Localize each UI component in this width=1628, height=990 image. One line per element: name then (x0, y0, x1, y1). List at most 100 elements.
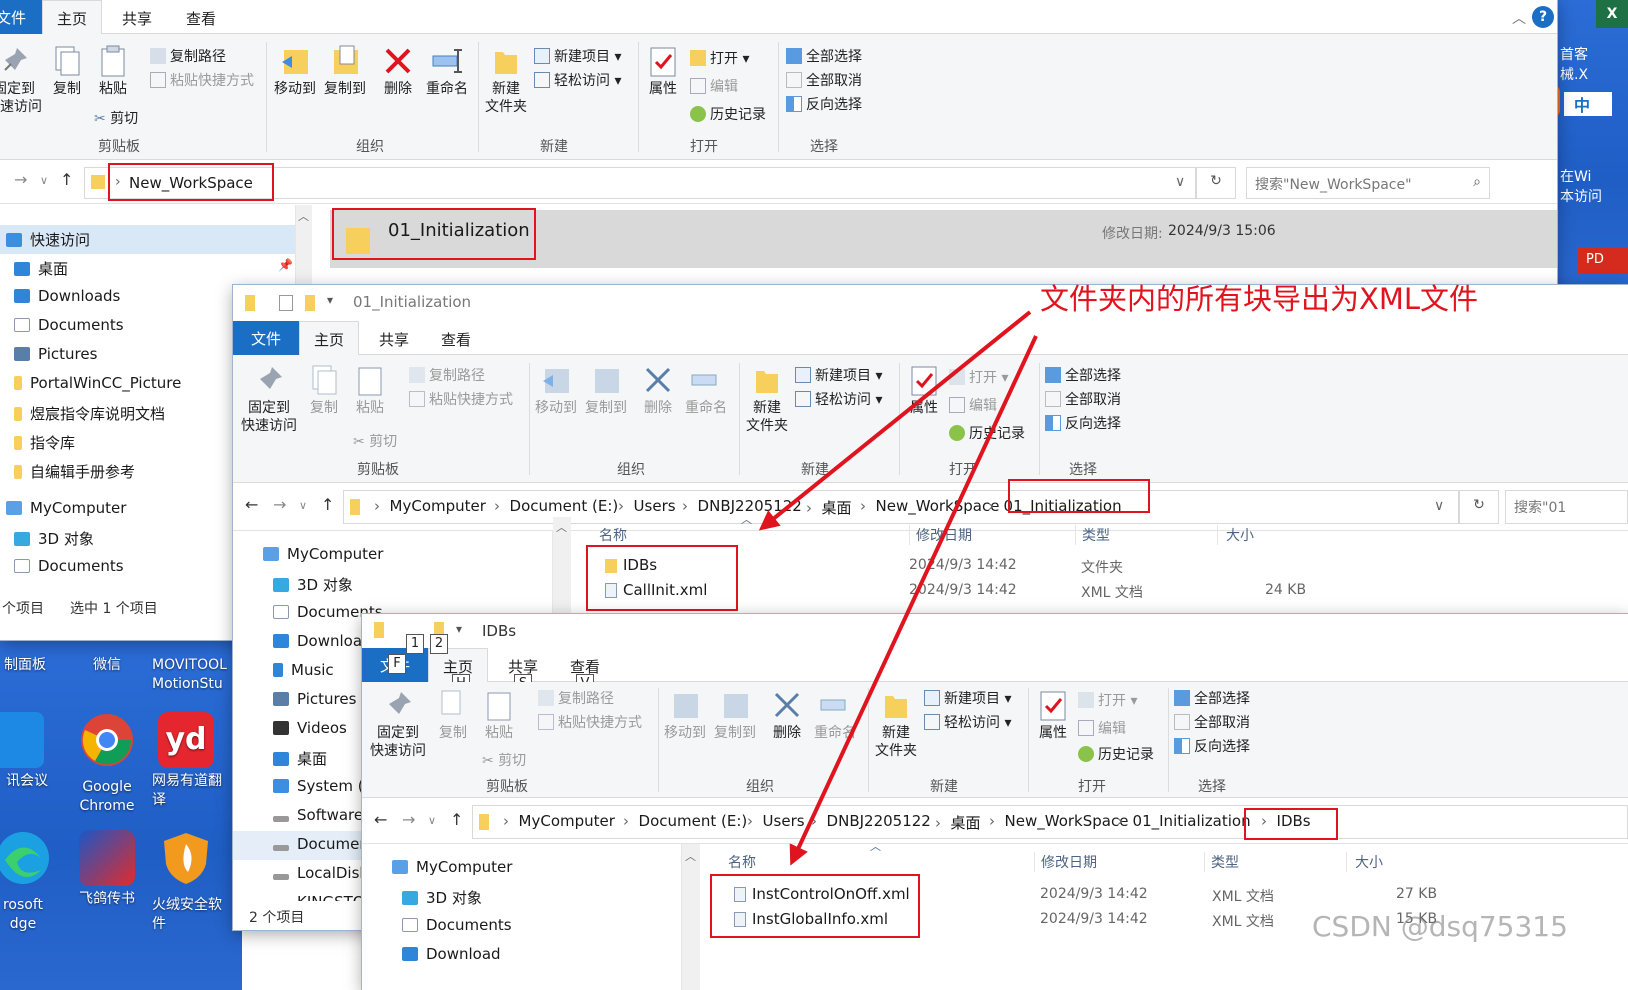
open-button[interactable]: 打开 ▾ (690, 48, 749, 68)
nav-scroll-up-icon[interactable]: ︿ (298, 208, 309, 224)
breadcrumb-mycomputer[interactable]: › MyComputer (503, 812, 615, 830)
rename-button[interactable]: 重命名 (681, 363, 731, 417)
breadcrumb-01-initialization[interactable]: › 01_Initialization (1117, 812, 1251, 830)
address-bar[interactable]: › MyComputer › Document (E:) › Users › D… (343, 490, 1459, 524)
move-to-button[interactable]: 移动到 (270, 44, 320, 98)
nav-item-documents[interactable]: Documents (362, 912, 681, 941)
column-header-type[interactable]: 类型 (1075, 525, 1110, 545)
qat-properties-icon[interactable] (279, 295, 293, 311)
invert-selection-button[interactable]: 反向选择 (1174, 736, 1250, 756)
nav-item-desktop[interactable]: 桌面 📌 (0, 254, 295, 283)
new-item-button[interactable]: 新建项目 ▾ (924, 688, 1011, 708)
nav-item-mycomputer[interactable]: MyComputer (233, 541, 552, 570)
tab-share[interactable]: 共享 (379, 329, 409, 350)
select-all-button[interactable]: 全部选择 (1045, 365, 1121, 385)
copy-path-button[interactable]: 复制路径 (150, 46, 226, 66)
pin-quick-access-button[interactable]: 固定到快速访问 (239, 363, 299, 435)
address-bar[interactable]: › MyComputer › Document (E:) › Users › D… (472, 805, 1628, 839)
move-to-button[interactable]: 移动到 (660, 688, 710, 742)
pdf-icon[interactable]: PD (1578, 248, 1628, 274)
column-header-name[interactable]: 名称 (599, 525, 627, 545)
select-all-button[interactable]: 全部选择 (1174, 688, 1250, 708)
history-button[interactable]: 历史记录 (690, 104, 766, 124)
nav-scrollbar[interactable] (682, 844, 700, 990)
breadcrumb-new-workspace[interactable]: › New_WorkSpace (989, 812, 1128, 830)
tab-view[interactable]: 查看 (441, 329, 471, 350)
paste-shortcut-button[interactable]: 粘贴快捷方式 (409, 389, 513, 409)
qat-folder-icon[interactable] (305, 295, 315, 311)
breadcrumb-desktop[interactable]: › 桌面 (806, 497, 852, 518)
recent-dropdown-icon[interactable]: ∨ (299, 499, 307, 512)
refresh-button[interactable]: ↻ (1196, 167, 1236, 199)
up-arrow-icon[interactable]: ↑ (321, 495, 334, 514)
select-none-button[interactable]: 全部取消 (1174, 712, 1250, 732)
easy-access-button[interactable]: 轻松访问 ▾ (795, 389, 882, 409)
breadcrumb-new-workspace[interactable]: › New_WorkSpace (860, 497, 999, 515)
copy-path-button[interactable]: 复制路径 (409, 365, 485, 385)
tab-file[interactable]: 文件 (233, 321, 299, 355)
column-header-size[interactable]: 大小 (1217, 525, 1254, 545)
paste-shortcut-button[interactable]: 粘贴快捷方式 (538, 712, 642, 732)
nav-item-downloads[interactable]: Download (362, 941, 681, 970)
breadcrumb-document-e[interactable]: › Document (E:) (623, 812, 747, 830)
desktop-icon-feige[interactable]: 飞鸽传书 (68, 830, 146, 909)
breadcrumb-users[interactable]: › Users (747, 812, 805, 830)
rename-button[interactable]: 重命名 (422, 44, 472, 98)
recent-dropdown-icon[interactable]: ∨ (428, 814, 436, 827)
nav-item-3d-objects[interactable]: 3D 对象 (362, 883, 681, 912)
new-item-button[interactable]: 新建项目 ▾ (534, 46, 621, 66)
file-row[interactable]: CallInit.xml 2024/9/3 14:42 XML 文档 24 KB (593, 580, 1593, 604)
copy-button[interactable]: 复制 (44, 44, 90, 98)
breadcrumb-desktop[interactable]: › 桌面 (935, 812, 981, 833)
cut-button[interactable]: ✂ 剪切 (353, 431, 397, 451)
help-icon[interactable]: ? (1532, 6, 1554, 28)
column-header-size[interactable]: 大小 (1346, 852, 1383, 872)
copy-to-button[interactable]: 复制到 (320, 44, 370, 98)
tab-home[interactable]: 主页 (299, 321, 360, 355)
desktop-icon-youdao[interactable]: yd 网易有道翻译 (152, 712, 230, 810)
tab-file[interactable]: 文件 (0, 0, 42, 34)
cut-button[interactable]: ✂ 剪切 (482, 750, 526, 770)
back-arrow-icon[interactable]: → (14, 170, 27, 189)
back-arrow-icon[interactable]: ← (245, 495, 258, 514)
breadcrumb-users[interactable]: › Users (618, 497, 676, 515)
up-arrow-icon[interactable]: ↑ (450, 810, 463, 829)
paste-button[interactable]: 粘贴 (347, 363, 393, 417)
edit-button[interactable]: 编辑 (690, 76, 738, 96)
easy-access-button[interactable]: 轻松访问 ▾ (924, 712, 1011, 732)
search-input[interactable]: 搜索"01 (1505, 490, 1628, 524)
delete-button[interactable]: 删除 (764, 688, 810, 742)
nav-item-3d-objects[interactable]: 3D 对象 (233, 570, 552, 599)
new-folder-button[interactable]: 新建 文件夹 (870, 688, 922, 760)
paste-button[interactable]: 粘贴 (90, 44, 136, 98)
properties-button[interactable]: 属性 (640, 44, 686, 98)
nav-scroll-up-icon[interactable]: ︿ (556, 519, 567, 535)
desktop-icon-edge[interactable]: rosoft dge (0, 830, 62, 934)
ime-chinese-indicator[interactable]: 中 (1564, 92, 1612, 116)
desktop-icon-huorong[interactable]: 火绒安全软件 (152, 830, 230, 934)
nav-item-mycomputer[interactable]: MyComputer (362, 854, 681, 883)
new-item-button[interactable]: 新建项目 ▾ (795, 365, 882, 385)
column-header-type[interactable]: 类型 (1204, 852, 1239, 872)
desktop-icon-wechat[interactable]: 微信 (68, 656, 146, 675)
pin-quick-access-button[interactable]: 固定到快速访问 (368, 688, 428, 760)
edit-button[interactable]: 编辑 (949, 395, 997, 415)
breadcrumb-mycomputer[interactable]: › MyComputer (374, 497, 486, 515)
address-dropdown-icon[interactable]: ∨ (1175, 174, 1185, 190)
tab-view[interactable]: 查看 (186, 8, 216, 29)
new-folder-button[interactable]: 新建 文件夹 (741, 363, 793, 435)
select-none-button[interactable]: 全部取消 (1045, 389, 1121, 409)
desktop-icon-movitool[interactable]: MOVITOOL MotionStu (152, 656, 230, 694)
invert-selection-button[interactable]: 反向选择 (786, 94, 862, 114)
select-all-button[interactable]: 全部选择 (786, 46, 862, 66)
easy-access-button[interactable]: 轻松访问 ▾ (534, 70, 621, 90)
column-header-date[interactable]: 修改日期 (1034, 852, 1097, 872)
edit-button[interactable]: 编辑 (1078, 718, 1126, 738)
properties-button[interactable]: 属性 (901, 363, 947, 417)
forward-arrow-icon[interactable]: → (273, 495, 286, 514)
desktop-icon-control-panel[interactable]: 制面板 (0, 656, 64, 675)
qat-dropdown-icon[interactable]: ▾ (327, 293, 333, 307)
address-dropdown-icon[interactable]: ∨ (1434, 498, 1444, 514)
nav-item-quick-access[interactable]: 快速访问 (0, 225, 295, 254)
new-folder-button[interactable]: 新建 文件夹 (480, 44, 532, 116)
